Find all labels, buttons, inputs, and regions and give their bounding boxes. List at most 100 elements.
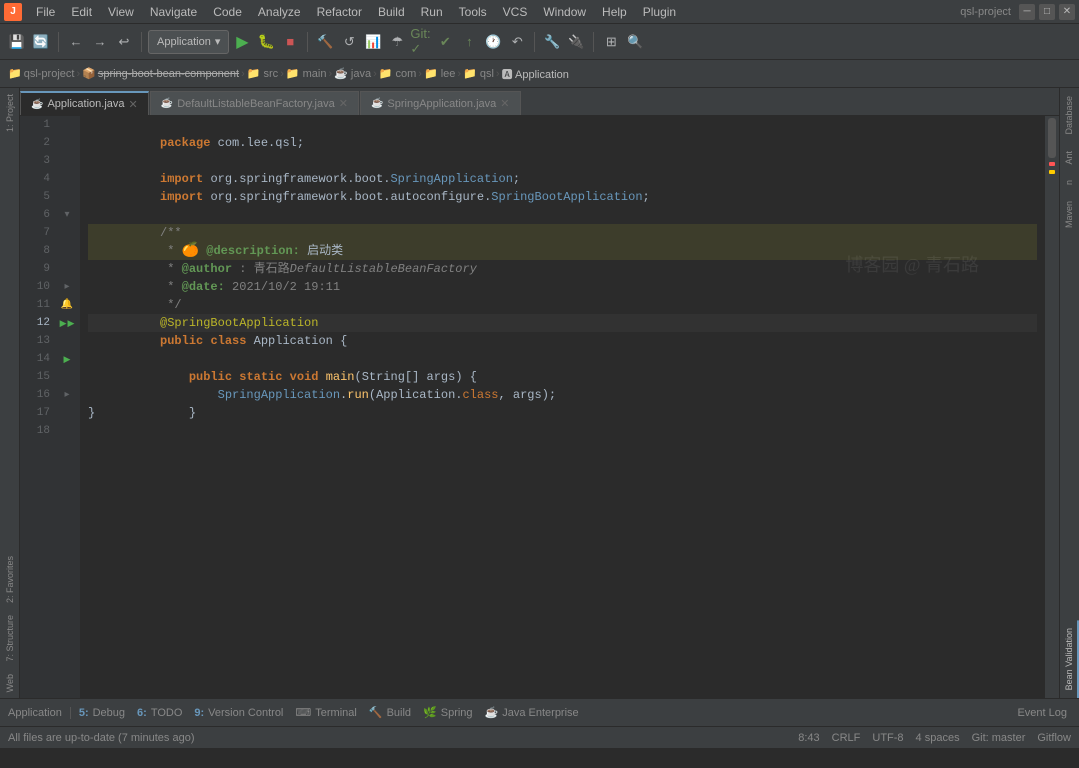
undo-button[interactable]: ↩ — [113, 31, 135, 53]
forward-button[interactable]: → — [89, 31, 111, 53]
tab-close-1[interactable]: ✕ — [129, 98, 138, 111]
git-push-button[interactable]: ↑ — [458, 31, 480, 53]
breadcrumb-com[interactable]: 📁 com — [379, 67, 417, 80]
status-encoding[interactable]: UTF-8 — [872, 732, 903, 744]
menu-plugin[interactable]: Plugin — [635, 3, 684, 21]
settings-button[interactable]: 🔧 — [541, 31, 563, 53]
menu-tools[interactable]: Tools — [451, 3, 495, 21]
run-config-dropdown[interactable]: Application ▾ — [148, 30, 229, 54]
toolbar-separator-2 — [141, 32, 142, 52]
tab-java-icon-1: ☕ — [31, 99, 43, 110]
breadcrumb-qsl[interactable]: 📁 qsl — [463, 67, 494, 80]
reload-button[interactable]: ↺ — [338, 31, 360, 53]
bottom-tab-todo[interactable]: 6: TODO — [133, 705, 186, 721]
right-panel-database[interactable]: Database — [1060, 88, 1079, 143]
menu-analyze[interactable]: Analyze — [250, 3, 309, 21]
right-panel-maven[interactable]: Maven — [1060, 193, 1079, 236]
menu-help[interactable]: Help — [594, 3, 635, 21]
code-editor[interactable]: package com.lee.qsl; import org.springfr… — [80, 116, 1045, 698]
side-tool-favorites[interactable]: 2: Favorites — [3, 550, 17, 609]
maximize-button[interactable]: □ — [1039, 4, 1055, 20]
gutter-fold-10[interactable]: ▸ — [54, 278, 80, 296]
tab-close-2[interactable]: ✕ — [339, 97, 348, 110]
bottom-tab-event-log[interactable]: Event Log — [1013, 705, 1071, 721]
breadcrumb-module[interactable]: spring-boot-bean-component — [98, 68, 239, 80]
gutter-icon-2 — [54, 134, 80, 152]
line-7: 7 — [20, 224, 50, 242]
coverage-button[interactable]: ☂ — [386, 31, 408, 53]
breadcrumb-project[interactable]: qsl-project — [24, 68, 75, 80]
breadcrumb-java[interactable]: ☕ java — [334, 67, 371, 80]
tab-label-3: SpringApplication.java — [387, 98, 496, 110]
bottom-tab-java-enterprise[interactable]: ☕ Java Enterprise — [481, 704, 583, 721]
status-git-branch[interactable]: Git: master — [972, 732, 1026, 744]
line-numbers: 1 2 3 4 5 6 7 8 9 10 11 12 13 14 15 16 1 — [20, 116, 54, 698]
menu-navigate[interactable]: Navigate — [142, 3, 205, 21]
gutter-area: 1 2 3 4 5 6 7 8 9 10 11 12 13 14 15 16 1 — [20, 116, 80, 698]
git-check-button[interactable]: ✔ — [434, 31, 456, 53]
gutter-icon-14-run[interactable]: ▶ — [54, 350, 80, 368]
minimize-button[interactable]: ─ — [1019, 4, 1035, 20]
right-panel-n[interactable]: n — [1060, 172, 1079, 193]
profile-button[interactable]: 📊 — [362, 31, 384, 53]
bottom-tab-build[interactable]: 🔨 Build — [365, 704, 415, 721]
breadcrumb-lee[interactable]: 📁 lee — [424, 67, 455, 80]
menu-vcs[interactable]: VCS — [495, 3, 536, 21]
scroll-error-marker — [1049, 162, 1055, 166]
breadcrumb-src[interactable]: 📁 src — [247, 67, 278, 80]
menu-edit[interactable]: Edit — [63, 3, 100, 21]
gutter-fold-6[interactable]: ▾ — [54, 206, 80, 224]
editor-body: 博客园 @ 青石路 1 2 3 4 5 6 7 8 9 10 11 12 — [20, 116, 1059, 698]
menu-file[interactable]: File — [28, 3, 63, 21]
debug-button[interactable]: 🐛 — [255, 31, 277, 53]
right-panel-ant[interactable]: Ant — [1060, 143, 1079, 173]
sync-button[interactable]: 🔄 — [30, 31, 52, 53]
bottom-tab-spring[interactable]: 🌿 Spring — [419, 704, 477, 721]
toolbar: 💾 🔄 ← → ↩ Application ▾ ▶ 🐛 ■ 🔨 ↺ 📊 ☂ Gi… — [0, 24, 1079, 60]
line-2: 2 — [20, 134, 50, 152]
bottom-tab-version-control[interactable]: 9: Version Control — [190, 705, 287, 721]
save-all-button[interactable]: 💾 — [6, 31, 28, 53]
gutter-icon-5 — [54, 188, 80, 206]
menu-window[interactable]: Window — [535, 3, 594, 21]
tab-defaultlistable[interactable]: ☕ DefaultListableBeanFactory.java ✕ — [150, 91, 359, 115]
git-revert-button[interactable]: ↶ — [506, 31, 528, 53]
status-line-ending[interactable]: CRLF — [832, 732, 861, 744]
menu-code[interactable]: Code — [205, 3, 250, 21]
editor-scrollbar[interactable] — [1045, 116, 1059, 698]
toolbar-separator-4 — [534, 32, 535, 52]
back-button[interactable]: ← — [65, 31, 87, 53]
gutter-icon-12-run[interactable]: ▶ ▶ — [54, 314, 80, 332]
menu-build[interactable]: Build — [370, 3, 413, 21]
gutter-fold-16[interactable]: ▸ — [54, 386, 80, 404]
side-tool-structure[interactable]: 7: Structure — [3, 609, 17, 668]
bottom-tab-terminal[interactable]: ⌨ Terminal — [291, 704, 360, 721]
layout-button[interactable]: ⊞ — [600, 31, 622, 53]
status-position[interactable]: 8:43 — [798, 732, 819, 744]
tab-close-3[interactable]: ✕ — [500, 97, 509, 110]
tab-application-java[interactable]: ☕ Application.java ✕ — [20, 91, 149, 115]
plugins-button[interactable]: 🔌 — [565, 31, 587, 53]
git-time-button[interactable]: 🕐 — [482, 31, 504, 53]
breadcrumb-class[interactable]: 🅰 Application — [502, 66, 569, 82]
menu-view[interactable]: View — [100, 3, 142, 21]
tab-java-icon-3: ☕ — [371, 98, 383, 109]
right-panel-bean-validation[interactable]: Bean Validation — [1060, 620, 1079, 698]
breadcrumb: 📁 qsl-project › 📦 spring-boot-bean-compo… — [0, 60, 1079, 88]
status-indent[interactable]: 4 spaces — [916, 732, 960, 744]
menu-run[interactable]: Run — [413, 3, 451, 21]
stop-button[interactable]: ■ — [279, 31, 301, 53]
run-button[interactable]: ▶ — [231, 31, 253, 53]
app-logo: J — [4, 3, 22, 21]
status-gitflow[interactable]: Gitflow — [1037, 732, 1071, 744]
menu-refactor[interactable]: Refactor — [309, 3, 370, 21]
bottom-tab-debug[interactable]: 5: Debug — [75, 705, 129, 721]
breadcrumb-main[interactable]: 📁 main — [286, 67, 327, 80]
close-button[interactable]: ✕ — [1059, 4, 1075, 20]
scroll-thumb[interactable] — [1048, 118, 1056, 158]
tab-springapplication[interactable]: ☕ SpringApplication.java ✕ — [360, 91, 521, 115]
side-tool-project[interactable]: 1: Project — [3, 88, 17, 138]
search-everywhere-button[interactable]: 🔍 — [624, 31, 646, 53]
side-tool-web[interactable]: Web — [3, 668, 17, 698]
build-button[interactable]: 🔨 — [314, 31, 336, 53]
